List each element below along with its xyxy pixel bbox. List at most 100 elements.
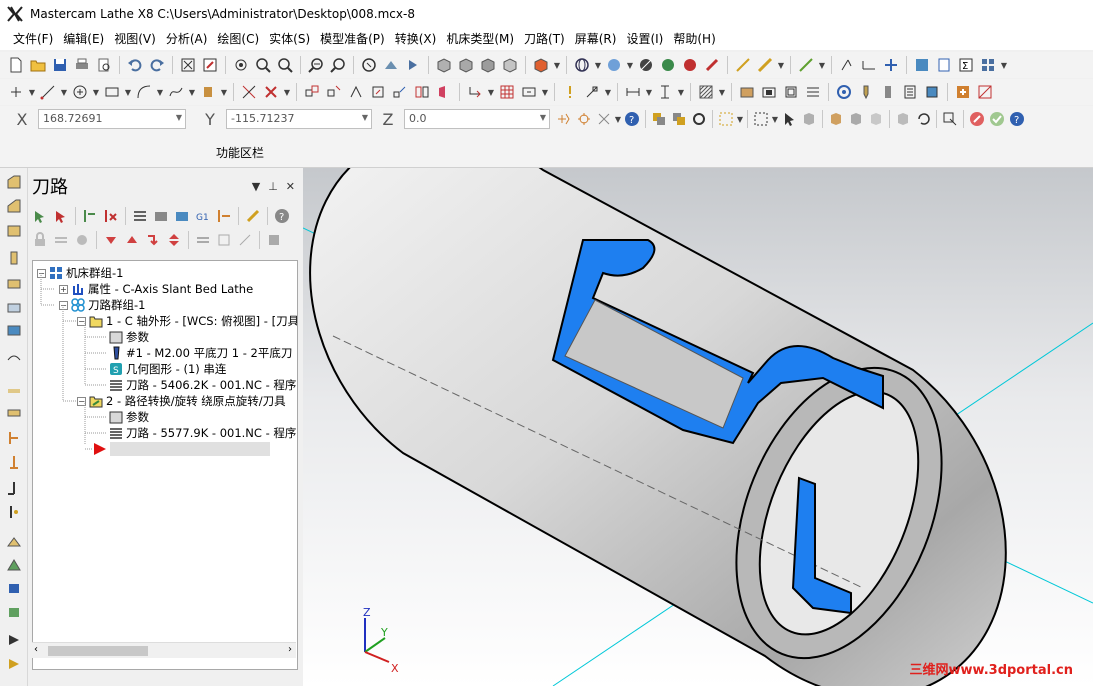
zoom-window-icon[interactable] <box>200 55 220 75</box>
panel-menu-icon[interactable]: ▼ <box>252 180 260 193</box>
undo-select-icon[interactable] <box>913 109 933 129</box>
lathe-drill-icon[interactable] <box>4 220 24 240</box>
lathe-canned-icon[interactable] <box>900 82 920 102</box>
ok-icon[interactable] <box>987 109 1007 129</box>
chevron-down-icon[interactable]: ▼ <box>626 61 634 70</box>
mill-pocket-icon[interactable] <box>4 602 24 622</box>
lathe-rough-icon[interactable] <box>759 82 779 102</box>
menu-settings[interactable]: 设置(I) <box>621 28 668 50</box>
undo-icon[interactable] <box>125 55 145 75</box>
delete-entity-icon[interactable] <box>261 82 281 102</box>
redo-icon[interactable] <box>147 55 167 75</box>
menu-toolpaths[interactable]: 刀路(T) <box>519 28 570 50</box>
unzoom-previous-icon[interactable] <box>306 55 326 75</box>
shading-translucent-icon[interactable] <box>702 55 722 75</box>
xform-mirror-icon[interactable] <box>324 82 344 102</box>
chain-select-icon[interactable] <box>716 109 736 129</box>
line-width-icon[interactable] <box>755 55 775 75</box>
new-file-icon[interactable] <box>6 55 26 75</box>
c-axis-icon[interactable] <box>4 630 24 650</box>
menu-xform[interactable]: 转换(X) <box>390 28 442 50</box>
line-style-icon[interactable] <box>733 55 753 75</box>
chevron-down-icon[interactable]: ▼ <box>777 61 785 70</box>
stock-icon[interactable] <box>465 82 485 102</box>
pointer-icon[interactable] <box>779 109 799 129</box>
chevron-down-icon[interactable]: ▼ <box>92 88 100 97</box>
lathe-groove-icon[interactable] <box>803 82 823 102</box>
shading-red-icon[interactable] <box>680 55 700 75</box>
lathe-face-icon[interactable] <box>4 248 24 268</box>
grid-layout-icon[interactable] <box>978 55 998 75</box>
chevron-down-icon[interactable]: ▼ <box>818 61 826 70</box>
selection-mode-icon[interactable] <box>689 109 709 129</box>
lathe-stock-advance-icon[interactable] <box>4 452 24 472</box>
analyze-angle-icon[interactable] <box>881 55 901 75</box>
lathe-cutoff-icon[interactable] <box>878 82 898 102</box>
chevron-down-icon[interactable]: ▼ <box>1000 61 1008 70</box>
menu-machine-type[interactable]: 机床类型(M) <box>441 28 519 50</box>
tree-horizontal-scrollbar[interactable]: ‹ › <box>32 642 296 658</box>
backplot-icon[interactable] <box>130 206 150 226</box>
lathe-groove2-icon[interactable] <box>4 296 24 316</box>
wireframe-icon[interactable] <box>572 55 592 75</box>
graphics-viewport[interactable]: Z Y X 三维网www.3dportal.cn <box>303 168 1093 686</box>
menu-analyze[interactable]: 分析(A) <box>161 28 213 50</box>
lathe-canned-finish-icon[interactable] <box>4 402 24 422</box>
toggle-display-icon[interactable] <box>51 230 71 250</box>
select-only-icon[interactable] <box>669 109 689 129</box>
fit-screen-icon[interactable] <box>178 55 198 75</box>
open-folder-icon[interactable] <box>28 55 48 75</box>
chevron-down-icon[interactable]: ▼ <box>28 88 36 97</box>
cylinder-icon[interactable] <box>198 82 218 102</box>
dynamic-rotate-icon[interactable] <box>381 55 401 75</box>
lathe-stock-icon[interactable] <box>922 82 942 102</box>
high-speed-icon[interactable] <box>214 206 234 226</box>
move-down-icon[interactable] <box>101 230 121 250</box>
menu-file[interactable]: 文件(F) <box>8 28 58 50</box>
menu-model-prep[interactable]: 模型准备(P) <box>315 28 390 50</box>
chevron-down-icon[interactable]: ▼ <box>677 88 685 97</box>
menu-create[interactable]: 绘图(C) <box>212 28 264 50</box>
spline-icon[interactable] <box>166 82 186 102</box>
lathe-face-icon[interactable] <box>737 82 757 102</box>
chevron-down-icon[interactable]: ▼ <box>124 88 132 97</box>
analyze-icon[interactable] <box>837 55 857 75</box>
menu-edit[interactable]: 编辑(E) <box>58 28 109 50</box>
expand-icon[interactable] <box>235 230 255 250</box>
analyze-distance-icon[interactable] <box>859 55 879 75</box>
xform-move-icon[interactable] <box>302 82 322 102</box>
solid-select-edge-icon[interactable] <box>866 109 886 129</box>
chevron-down-icon[interactable]: ▼ <box>645 88 653 97</box>
chevron-down-icon[interactable]: ▼ <box>718 88 726 97</box>
xform-scale-icon[interactable] <box>368 82 388 102</box>
zoom-selected-icon[interactable] <box>253 55 273 75</box>
arc-icon[interactable] <box>134 82 154 102</box>
rotate-icon[interactable] <box>359 55 379 75</box>
lock-icon[interactable] <box>30 230 50 250</box>
mill-face-icon[interactable] <box>4 554 24 574</box>
xform-array-icon[interactable] <box>412 82 432 102</box>
insert-arrow-icon[interactable] <box>143 230 163 250</box>
chevron-down-icon[interactable]: ▼ <box>487 88 495 97</box>
chevron-down-icon[interactable]: ▼ <box>541 88 549 97</box>
x-coord-input[interactable]: 168.72691 ▼ <box>38 109 186 129</box>
chevron-down-icon[interactable]: ▼ <box>736 115 744 124</box>
chevron-down-icon[interactable]: ▼ <box>156 88 164 97</box>
report-icon[interactable] <box>934 55 954 75</box>
chevron-down-icon[interactable]: ▼ <box>220 88 228 97</box>
print-preview-icon[interactable] <box>94 55 114 75</box>
lathe-cutoff-icon[interactable] <box>4 346 24 366</box>
verify-select-icon[interactable] <box>799 109 819 129</box>
mill-contour-icon[interactable] <box>4 530 24 550</box>
chevron-down-icon[interactable]: ▼ <box>553 61 561 70</box>
shaded-icon[interactable] <box>604 55 624 75</box>
snap-off-icon[interactable] <box>594 109 614 129</box>
lathe-finish-icon[interactable] <box>4 196 24 216</box>
rectangle-icon[interactable] <box>102 82 122 102</box>
add-operation-icon[interactable] <box>953 82 973 102</box>
menu-screen[interactable]: 屏幕(R) <box>570 28 622 50</box>
help-icon[interactable]: ? <box>272 206 292 226</box>
chevron-down-icon[interactable]: ▼ <box>594 61 602 70</box>
show-all-icon[interactable] <box>214 230 234 250</box>
print-icon[interactable] <box>72 55 92 75</box>
